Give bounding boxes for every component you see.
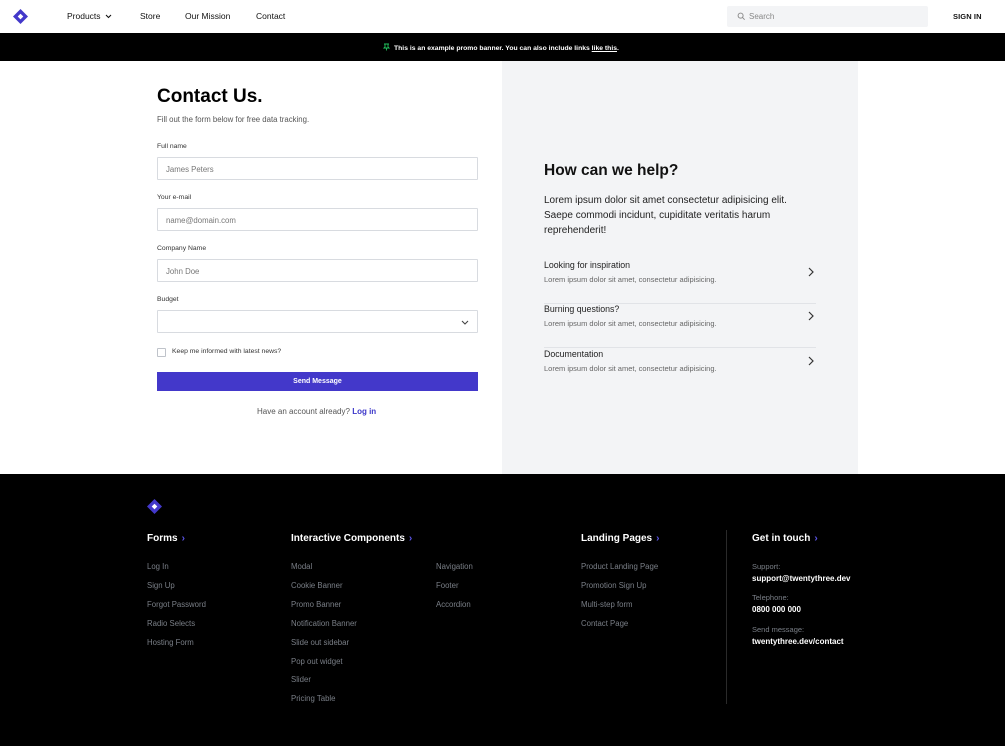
email-input[interactable] [166, 213, 466, 227]
account-text: Have an account already? [257, 407, 350, 416]
fullname-field-wrapper [157, 157, 478, 180]
chevron-down-icon [105, 14, 111, 19]
help-item-desc: Lorem ipsum dolor sit amet, consectetur … [544, 319, 717, 328]
footer-divider [726, 530, 727, 704]
top-navbar: Products Store Our Mission Contact SIGN … [0, 0, 1005, 33]
footer-link[interactable]: Modal [291, 562, 312, 571]
footer-heading-forms[interactable]: Forms › [147, 533, 185, 544]
chevron-right-icon [808, 356, 814, 366]
footer-logo-icon[interactable] [147, 499, 162, 514]
page-subtitle: Fill out the form below for free data tr… [157, 115, 310, 124]
footer-link[interactable]: Footer [436, 581, 459, 590]
chevron-right-icon: › [408, 533, 413, 544]
help-item-inspiration[interactable]: Looking for inspiration Lorem ipsum dolo… [544, 260, 816, 304]
footer-link[interactable]: Accordion [436, 600, 471, 609]
footer-link[interactable]: Radio Selects [147, 619, 195, 628]
chevron-right-icon: › [656, 533, 660, 544]
help-item-title: Looking for inspiration [544, 260, 631, 270]
company-label: Company Name [157, 245, 207, 252]
nav-contact[interactable]: Contact [256, 11, 285, 21]
budget-select[interactable] [157, 310, 478, 333]
promo-text: This is an example promo banner. You can… [394, 45, 592, 52]
footer-heading-label: Forms [147, 533, 178, 544]
chevron-down-icon [461, 320, 469, 325]
footer-link[interactable]: Promotion Sign Up [581, 581, 646, 590]
help-item-title: Documentation [544, 349, 604, 359]
footer-link[interactable]: Pricing Table [291, 694, 336, 703]
budget-label: Budget [157, 296, 179, 303]
help-item-title: Burning questions? [544, 304, 620, 314]
telephone-label: Telephone: [752, 593, 789, 602]
email-field-wrapper [157, 208, 478, 231]
page-title: Contact Us. [157, 86, 263, 107]
search-box [727, 6, 928, 27]
account-prompt: Have an account already? Log in [257, 407, 376, 416]
footer-heading-landing[interactable]: Landing Pages › [581, 533, 659, 544]
contact-url-link[interactable]: twentythree.dev/contact [752, 637, 844, 646]
company-input[interactable] [166, 264, 466, 278]
footer-link[interactable]: Product Landing Page [581, 562, 658, 571]
nav-store[interactable]: Store [140, 11, 160, 21]
footer-link[interactable]: Promo Banner [291, 600, 341, 609]
chevron-right-icon [808, 311, 814, 321]
company-field-wrapper [157, 259, 478, 282]
login-link[interactable]: Log in [352, 407, 376, 416]
footer-link[interactable]: Hosting Form [147, 638, 194, 647]
chevron-right-icon: › [181, 533, 185, 544]
nav-products[interactable]: Products [67, 11, 112, 21]
promo-suffix: . [616, 45, 619, 52]
pin-icon [383, 43, 390, 51]
help-item-desc: Lorem ipsum dolor sit amet, consectetur … [544, 275, 717, 284]
search-input[interactable] [749, 9, 919, 24]
footer-link[interactable]: Navigation [436, 562, 473, 571]
nav-products-label: Products [67, 11, 101, 21]
fullname-input[interactable] [166, 162, 466, 176]
nav-our-mission[interactable]: Our Mission [185, 11, 230, 21]
message-label: Send message: [752, 625, 805, 634]
help-item-desc: Lorem ipsum dolor sit amet, consectetur … [544, 364, 717, 373]
fullname-label: Full name [157, 143, 187, 150]
help-title: How can we help? [544, 162, 679, 179]
footer-heading-touch[interactable]: Get in touch › [752, 533, 818, 544]
chevron-right-icon [808, 267, 814, 277]
help-item-questions[interactable]: Burning questions? Lorem ipsum dolor sit… [544, 304, 816, 348]
footer-link[interactable]: Cookie Banner [291, 581, 343, 590]
footer-link[interactable]: Sign Up [147, 581, 175, 590]
footer-link[interactable]: Slide out sidebar [291, 638, 349, 647]
promo-link[interactable]: like this [592, 45, 617, 52]
help-item-documentation[interactable]: Documentation Lorem ipsum dolor sit amet… [544, 349, 816, 393]
newsletter-checkbox[interactable] [157, 348, 166, 357]
footer-heading-interactive[interactable]: Interactive Components › [291, 533, 412, 544]
footer-link[interactable]: Forgot Password [147, 600, 206, 609]
brand-logo-icon[interactable] [13, 9, 28, 24]
footer-link[interactable]: Notification Banner [291, 619, 357, 628]
footer-heading-label: Interactive Components [291, 533, 405, 544]
support-email-link[interactable]: support@twentythree.dev [752, 574, 850, 583]
footer-link[interactable]: Slider [291, 675, 311, 684]
footer-link[interactable]: Log In [147, 562, 169, 571]
chevron-right-icon: › [814, 533, 818, 544]
footer [0, 474, 1005, 746]
promo-content: This is an example promo banner. You can… [383, 43, 619, 52]
promo-banner: This is an example promo banner. You can… [0, 33, 1005, 61]
send-message-button[interactable]: Send Message [157, 372, 478, 391]
footer-heading-label: Landing Pages [581, 533, 653, 544]
sign-in-button[interactable]: SIGN IN [953, 12, 982, 21]
support-label: Support: [752, 562, 781, 571]
footer-link[interactable]: Contact Page [581, 619, 628, 628]
help-description: Lorem ipsum dolor sit amet consectetur a… [544, 195, 787, 236]
footer-heading-label: Get in touch [752, 533, 811, 544]
telephone-value[interactable]: 0800 000 000 [752, 605, 801, 614]
email-label: Your e-mail [157, 194, 192, 201]
footer-link[interactable]: Pop out widget [291, 657, 343, 666]
footer-link[interactable]: Multi-step form [581, 600, 633, 609]
search-icon [737, 12, 745, 20]
newsletter-checkbox-label: Keep me informed with latest news? [172, 348, 282, 355]
